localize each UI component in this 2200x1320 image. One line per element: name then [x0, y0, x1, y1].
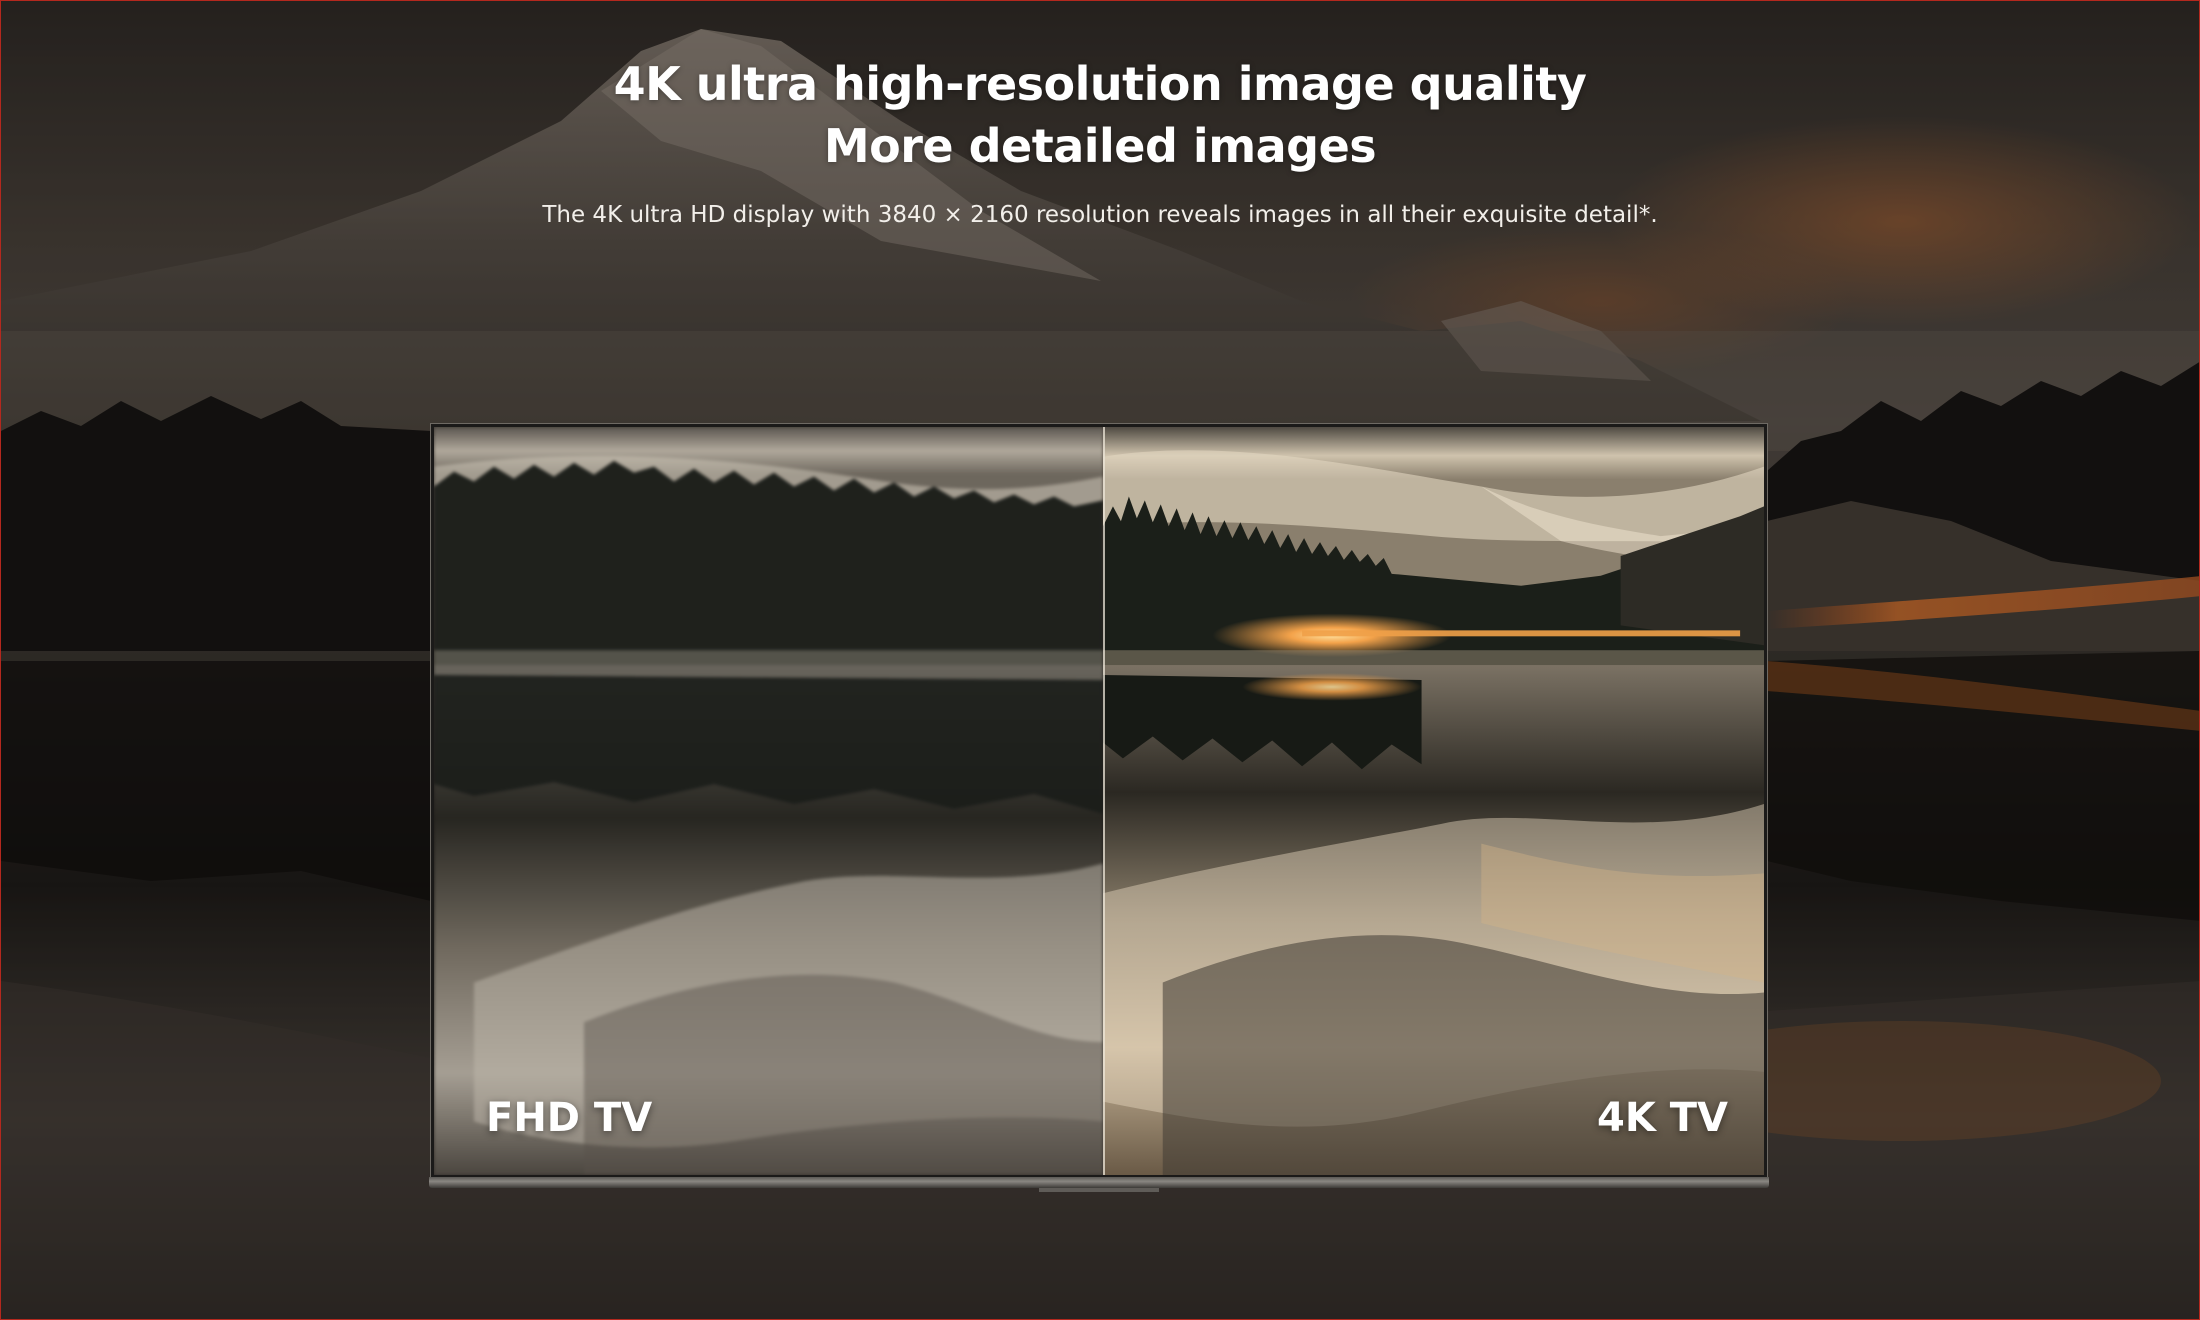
feature-description: The 4K ultra HD display with 3840 × 2160…: [542, 202, 1658, 228]
fhd-preview: [434, 427, 1103, 1175]
headline: 4K ultra high-resolution image quality M…: [1, 53, 2199, 177]
fhd-scene: [434, 427, 1103, 1175]
fhd-label: FHD TV: [486, 1095, 653, 1141]
4k-preview: [1103, 427, 1764, 1175]
tv-stand: [1039, 1188, 1159, 1192]
4k-label: 4K TV: [1597, 1095, 1728, 1141]
tv-comparison-frame: FHD TV 4K TV: [430, 423, 1768, 1179]
tv-bottom-bezel: [429, 1177, 1769, 1188]
hero-copy: 4K ultra high-resolution image quality M…: [1, 53, 2199, 231]
4k-scene: [1103, 427, 1764, 1175]
product-feature-page: 4K ultra high-resolution image quality M…: [0, 0, 2200, 1320]
headline-line-1: 4K ultra high-resolution image quality: [613, 57, 1587, 111]
comparison-divider: [1103, 427, 1105, 1175]
headline-line-2: More detailed images: [823, 119, 1377, 173]
